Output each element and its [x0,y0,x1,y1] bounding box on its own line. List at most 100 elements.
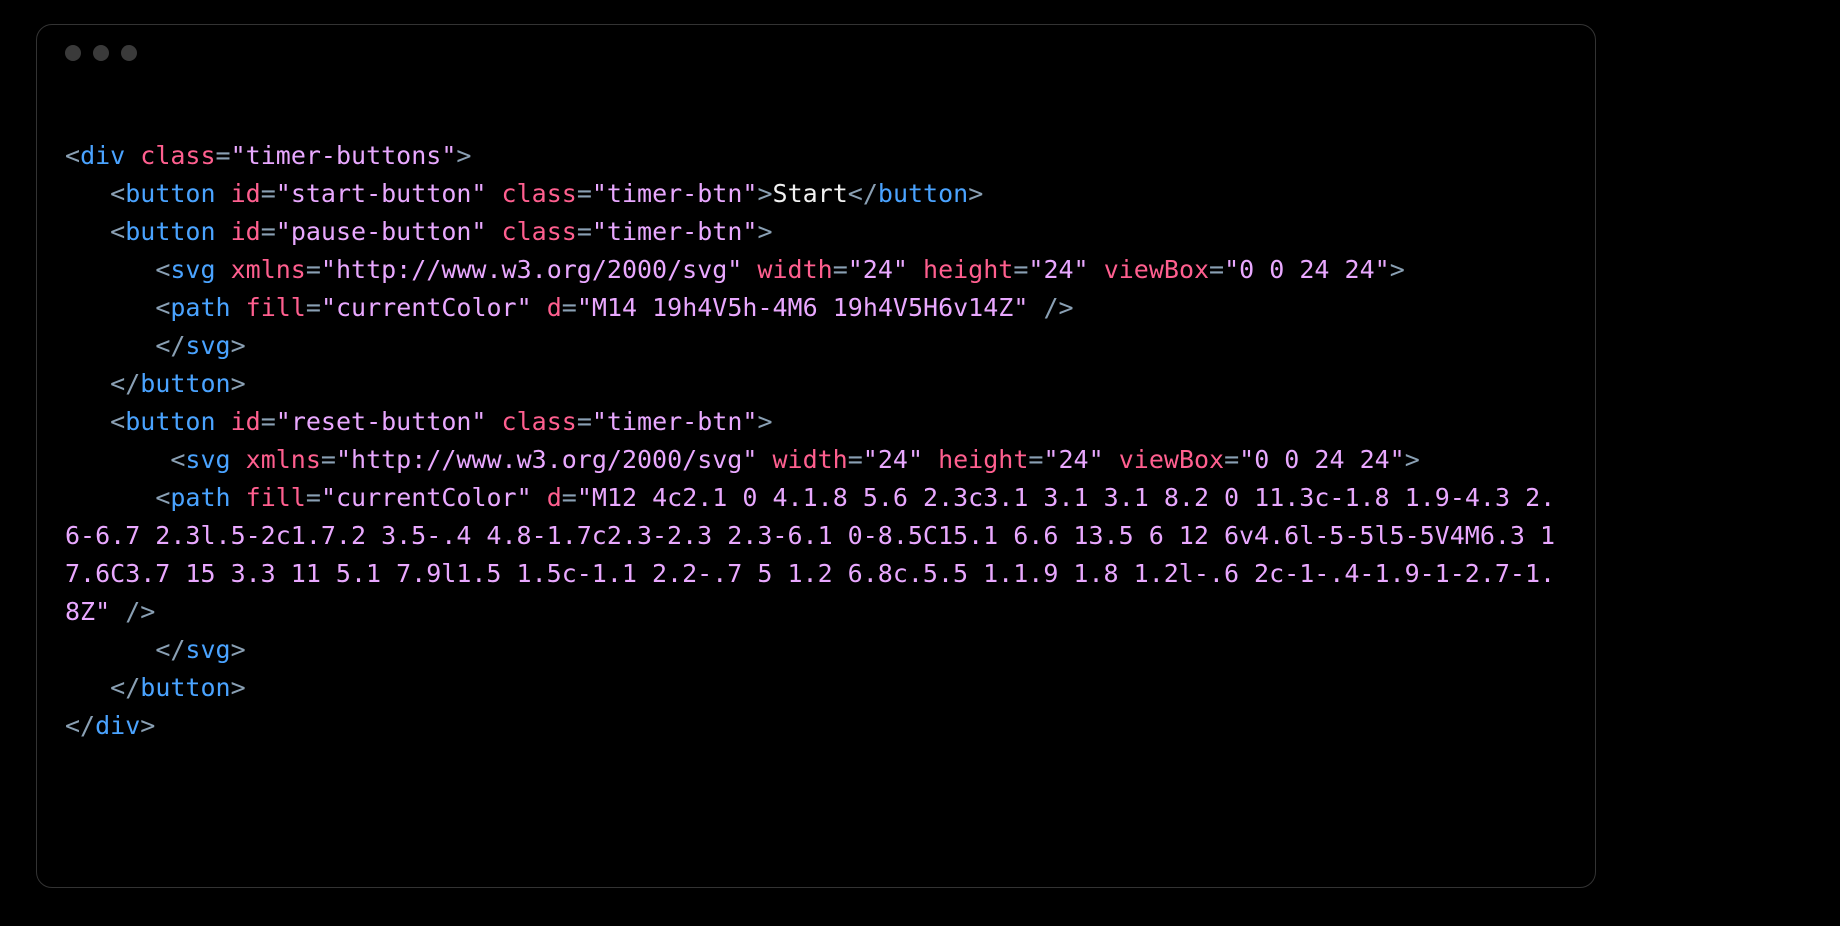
code-token-attr: viewBox [1104,255,1209,284]
code-token-str: "timer-btn" [592,217,758,246]
code-token-punc: = [261,217,276,246]
code-token-attr: class [502,407,577,436]
code-token-attr: class [502,217,577,246]
code-token-punc [216,179,231,208]
code-token-str: "0 0 24 24" [1239,445,1405,474]
code-token-punc: < [155,293,170,322]
code-token-punc: = [577,217,592,246]
code-token-text: Start [773,179,848,208]
code-token-attr: fill [246,293,306,322]
code-token-punc [532,293,547,322]
code-token-punc: </ [155,635,185,664]
code-token-tag: svg [185,331,230,360]
code-token-punc [231,445,246,474]
code-token-punc: = [306,483,321,512]
code-token-str: "M14 19h4V5h-4M6 19h4V5H6v14Z" [577,293,1029,322]
code-line: </svg> [65,327,1567,365]
code-token-punc: </ [110,673,140,702]
code-token-punc [908,255,923,284]
code-token-punc: > [140,711,155,740]
code-token-str: "24" [1028,255,1088,284]
code-line: <svg xmlns="http://www.w3.org/2000/svg" … [65,251,1567,289]
code-token-punc [486,179,501,208]
code-token-punc: = [833,255,848,284]
code-token-punc: > [1405,445,1420,474]
code-token-str: "currentColor" [321,293,532,322]
code-line: <button id="start-button" class="timer-b… [65,175,1567,213]
code-token-attr: width [772,445,847,474]
code-token-attr: class [140,141,215,170]
code-token-str: "http://www.w3.org/2000/svg" [336,445,757,474]
code-token-tag: div [80,141,125,170]
code-token-tag: button [125,407,215,436]
code-block: <div class="timer-buttons"> <button id="… [37,81,1595,769]
code-token-str: "24" [1043,445,1103,474]
code-line: <button id="reset-button" class="timer-b… [65,403,1567,441]
code-line: <svg xmlns="http://www.w3.org/2000/svg" … [65,441,1567,479]
code-token-punc [532,483,547,512]
code-token-punc: </ [65,711,95,740]
code-token-punc: < [110,407,125,436]
code-token-punc [757,445,772,474]
code-token-punc [1104,445,1119,474]
code-token-punc: = [261,407,276,436]
code-line: <div class="timer-buttons"> [65,137,1567,175]
window-dot-minimize-icon[interactable] [93,45,109,61]
code-token-attr: height [923,255,1013,284]
code-token-punc: < [155,483,170,512]
code-token-punc: < [155,255,170,284]
code-token-str: "http://www.w3.org/2000/svg" [321,255,742,284]
code-token-punc: < [155,445,185,474]
code-token-punc: > [757,407,772,436]
code-token-str: "0 0 24 24" [1224,255,1390,284]
code-token-punc: > [968,179,983,208]
code-token-punc: = [216,141,231,170]
code-token-punc: > [231,673,246,702]
code-token-punc: = [577,407,592,436]
code-token-str: "timer-btn" [592,407,758,436]
code-token-tag: button [125,217,215,246]
code-token-punc: > [1390,255,1405,284]
code-token-attr: width [757,255,832,284]
code-line: </button> [65,365,1567,403]
window-dot-close-icon[interactable] [65,45,81,61]
code-token-attr: d [547,293,562,322]
code-token-punc: = [577,179,592,208]
code-token-attr: d [547,483,562,512]
code-token-attr: id [231,407,261,436]
code-token-punc [231,293,246,322]
code-token-punc [486,217,501,246]
code-window: <div class="timer-buttons"> <button id="… [36,24,1596,888]
code-token-punc: = [261,179,276,208]
code-token-punc: </ [155,331,185,360]
code-token-punc: > [231,331,246,360]
code-token-punc [1089,255,1104,284]
window-dot-zoom-icon[interactable] [121,45,137,61]
code-token-attr: fill [246,483,306,512]
code-token-str: "timer-buttons" [231,141,457,170]
code-line: <path fill="currentColor" d="M12 4c2.1 0… [65,479,1567,631]
code-token-punc: = [1013,255,1028,284]
code-token-tag: path [170,293,230,322]
code-token-attr: xmlns [246,445,321,474]
code-token-attr: xmlns [231,255,306,284]
code-token-tag: svg [185,445,230,474]
code-token-tag: button [878,179,968,208]
code-token-punc: </ [848,179,878,208]
code-line: <path fill="currentColor" d="M14 19h4V5h… [65,289,1567,327]
code-token-punc: = [306,255,321,284]
code-token-attr: height [938,445,1028,474]
code-token-punc: < [110,179,125,208]
code-token-punc [216,255,231,284]
code-token-punc: = [848,445,863,474]
code-token-attr: id [231,179,261,208]
code-line: <button id="pause-button" class="timer-b… [65,213,1567,251]
code-token-punc [923,445,938,474]
code-token-punc: > [231,635,246,664]
code-token-tag: svg [170,255,215,284]
code-token-str: "timer-btn" [592,179,758,208]
code-token-str: "currentColor" [321,483,532,512]
code-token-punc: /> [1028,293,1073,322]
code-token-str: "24" [863,445,923,474]
code-token-punc: = [562,483,577,512]
